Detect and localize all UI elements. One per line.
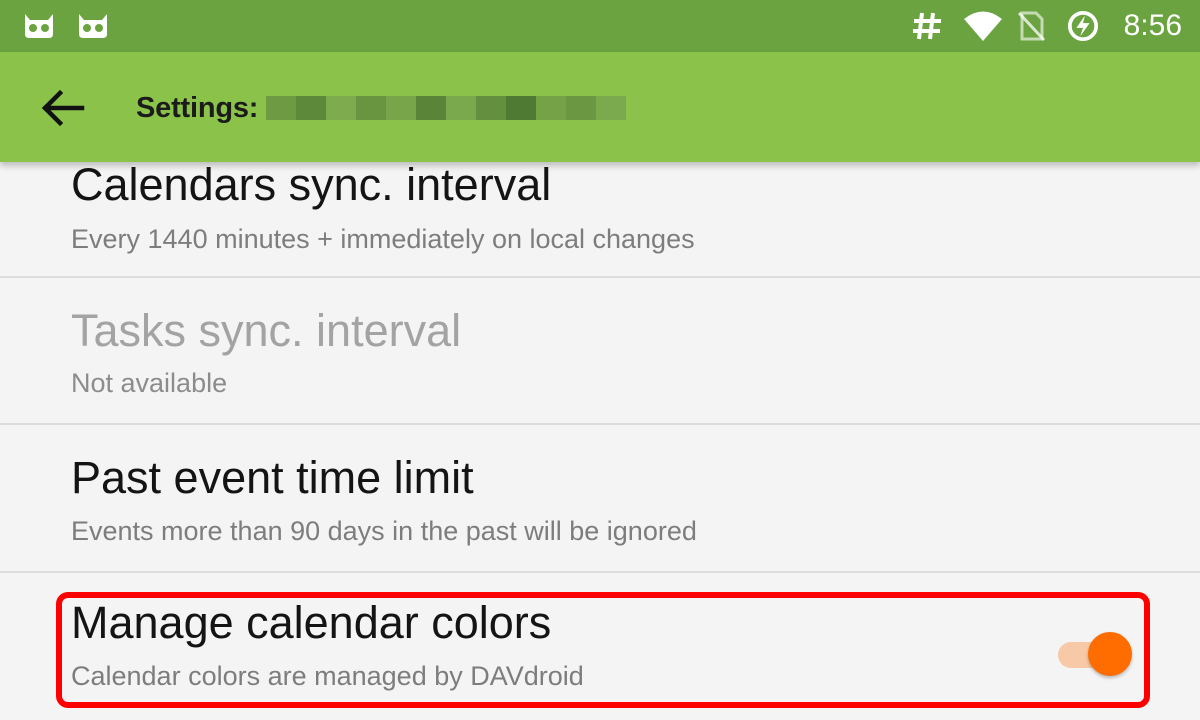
pref-title: Past event time limit <box>71 452 474 503</box>
no-sim-icon <box>1017 11 1046 42</box>
android-debug-icon <box>25 14 53 38</box>
switch-thumb <box>1088 632 1132 676</box>
settings-list: Calendars sync. interval Every 1440 minu… <box>0 162 1200 720</box>
hash-icon <box>913 12 941 40</box>
battery-charging-icon <box>1067 10 1099 42</box>
pref-title: Tasks sync. interval <box>71 305 462 356</box>
pref-tasks-sync-interval: Tasks sync. interval Not available <box>0 278 1200 425</box>
pref-calendars-sync-interval[interactable]: Calendars sync. interval Every 1440 minu… <box>0 162 1200 278</box>
pref-past-event-time-limit[interactable]: Past event time limit Events more than 9… <box>0 425 1200 573</box>
pref-summary: Events more than 90 days in the past wil… <box>71 516 697 546</box>
pref-manage-calendar-colors[interactable]: Manage calendar colors Calendar colors a… <box>0 573 1200 720</box>
pref-summary: Not available <box>71 368 228 398</box>
pref-title: Calendars sync. interval <box>71 162 552 210</box>
android-debug-icon <box>79 14 107 38</box>
pref-title: Manage calendar colors <box>71 597 552 648</box>
redacted-account-name <box>266 92 626 124</box>
arrow-back-icon[interactable] <box>38 86 86 130</box>
app-bar: Settings: <box>0 52 1200 162</box>
pref-summary: Every 1440 minutes + immediately on loca… <box>71 224 695 254</box>
manage-colors-switch[interactable] <box>1058 628 1136 680</box>
status-bar: 8:56 <box>0 0 1200 52</box>
pref-summary: Calendar colors are managed by DAVdroid <box>71 661 584 691</box>
status-time: 8:56 <box>1123 9 1182 42</box>
page-title: Settings: <box>136 92 259 124</box>
wifi-icon <box>964 11 1002 41</box>
